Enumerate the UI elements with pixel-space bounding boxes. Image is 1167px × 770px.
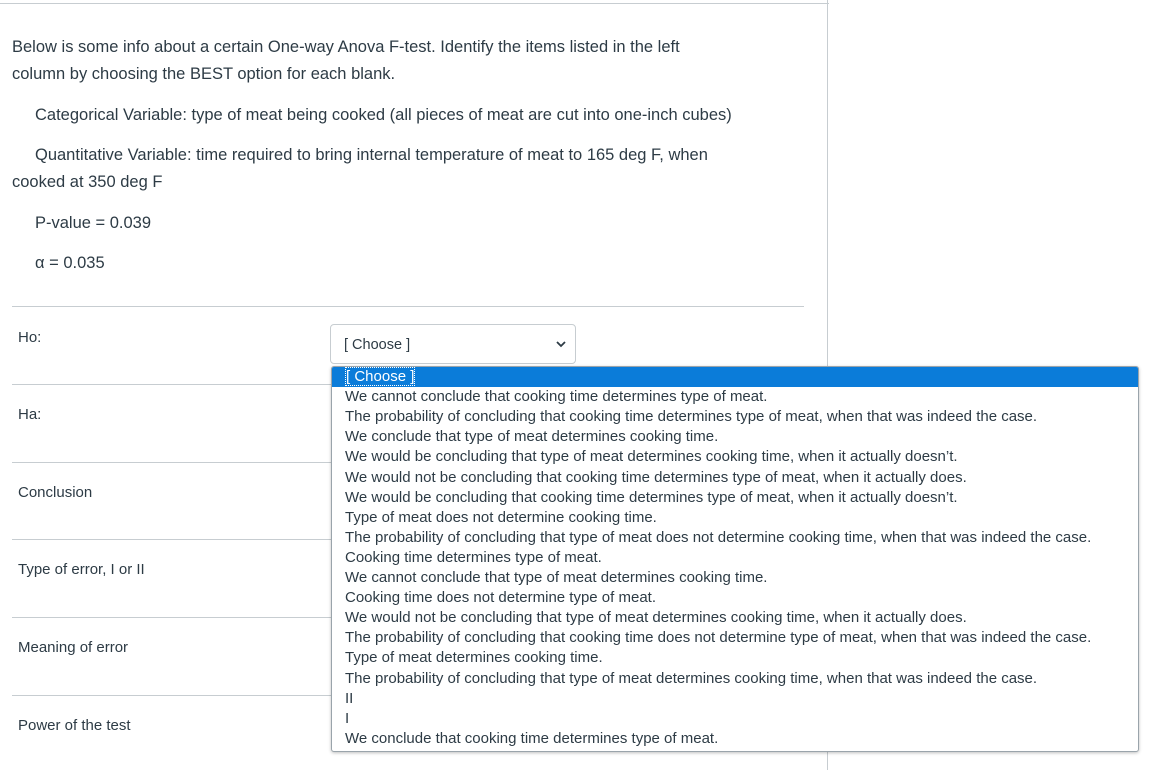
dropdown-option[interactable]: Cooking time determines type of meat. — [332, 548, 1138, 568]
dropdown-option[interactable]: We would not be concluding that cooking … — [332, 468, 1138, 488]
dropdown-option[interactable]: II — [332, 689, 1138, 709]
alpha-value: α = 0.035 — [35, 254, 105, 272]
chevron-down-icon — [556, 341, 566, 348]
dropdown-option[interactable]: We cannot conclude that cooking time det… — [332, 387, 1138, 407]
dropdown-option[interactable]: I — [332, 709, 1138, 729]
dropdown-option[interactable]: We would not be concluding that type of … — [332, 608, 1138, 628]
ho-select[interactable]: [ Choose ] — [330, 324, 576, 364]
intro-line-2: column by choosing the BEST option for e… — [12, 65, 396, 83]
label-type-of-error: Type of error, I or II — [18, 561, 145, 578]
label-ha: Ha: — [18, 406, 42, 423]
select-value: [ Choose ] — [344, 337, 411, 353]
dropdown-option[interactable]: We conclude that cooking time determines… — [332, 729, 1138, 749]
dropdown-list: [ Choose ] We cannot conclude that cooki… — [331, 366, 1139, 752]
dropdown-option[interactable]: Type of meat does not determine cooking … — [332, 508, 1138, 528]
top-divider — [0, 3, 829, 4]
dropdown-option[interactable]: The probability of concluding that type … — [332, 669, 1138, 689]
label-meaning-of-error: Meaning of error — [18, 639, 129, 656]
quantitative-variable-cont: cooked at 350 deg F — [12, 173, 163, 191]
dropdown-option[interactable]: We conclude that type of meat determines… — [332, 427, 1138, 447]
dropdown-option[interactable]: Type of meat determines cooking time. — [332, 648, 1138, 668]
dropdown-option[interactable]: The probability of concluding that type … — [332, 528, 1138, 548]
dropdown-option[interactable]: We cannot conclude that type of meat det… — [332, 568, 1138, 588]
label-ho: Ho: — [18, 329, 42, 346]
dropdown-option[interactable]: Cooking time does not determine type of … — [332, 588, 1138, 608]
intro-line-1: Below is some info about a certain One-w… — [12, 38, 680, 56]
label-power: Power of the test — [18, 717, 131, 734]
p-value: P-value = 0.039 — [35, 214, 152, 232]
dropdown-option[interactable]: The probability of concluding that cooki… — [332, 628, 1138, 648]
row-divider — [12, 306, 804, 307]
dropdown-option[interactable]: [ Choose ] — [332, 367, 1138, 388]
dropdown-option[interactable]: We would be concluding that type of meat… — [332, 447, 1138, 467]
quantitative-variable: Quantitative Variable: time required to … — [35, 146, 708, 164]
dropdown-option[interactable]: We would be concluding that cooking time… — [332, 488, 1138, 508]
categorical-variable: Categorical Variable: type of meat being… — [35, 106, 732, 124]
label-conclusion: Conclusion — [18, 484, 93, 501]
dropdown-option[interactable]: The probability of concluding that cooki… — [332, 407, 1138, 427]
